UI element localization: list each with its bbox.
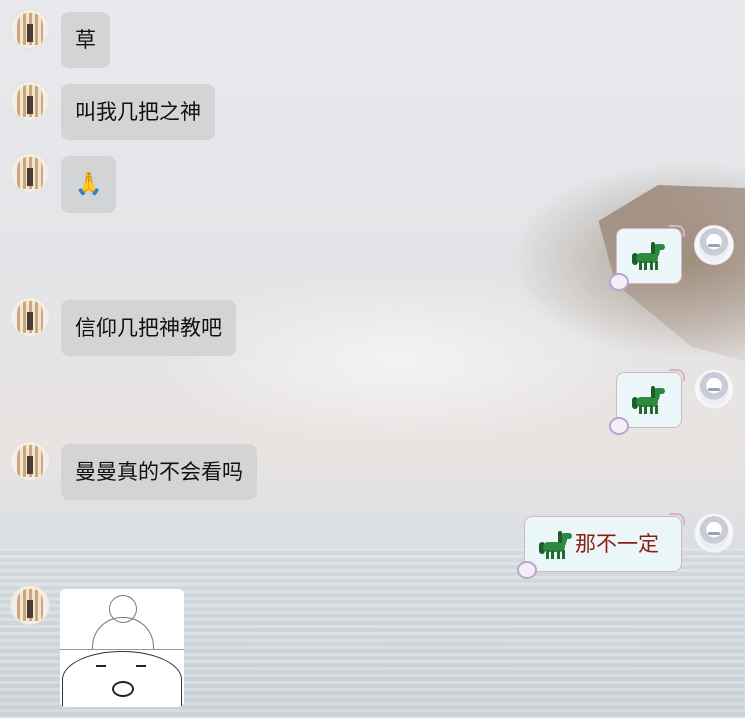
folded-hands-icon: 🙏: [75, 172, 103, 197]
bubble-bottom-decoration: [609, 273, 629, 291]
bubble-bottom-decoration: [609, 417, 629, 435]
bubble-corner-decoration: [669, 369, 685, 381]
meme-sticker-image[interactable]: [60, 589, 184, 707]
green-horse-icon: [539, 530, 573, 560]
message-bubble-self[interactable]: [609, 369, 685, 435]
bubble-bottom-decoration: [517, 561, 537, 579]
message-text: 那不一定: [575, 532, 659, 556]
message-text: 叫我几把之神: [75, 100, 201, 124]
message-text: 信仰几把神教吧: [75, 316, 222, 340]
sender-avatar[interactable]: [10, 585, 50, 625]
message-bubble[interactable]: 信仰几把神教吧: [61, 300, 236, 356]
self-avatar[interactable]: [694, 369, 734, 409]
message-bubble[interactable]: 叫我几把之神: [61, 84, 215, 140]
sender-avatar[interactable]: [10, 441, 50, 481]
green-horse-icon: [632, 385, 666, 415]
message-bubble-self[interactable]: [609, 225, 685, 291]
bubble-corner-decoration: [669, 513, 685, 525]
sender-avatar[interactable]: [10, 297, 50, 337]
message-text: 曼曼真的不会看吗: [75, 460, 243, 484]
message-bubble[interactable]: 曼曼真的不会看吗: [61, 444, 257, 500]
self-avatar[interactable]: [694, 225, 734, 265]
message-bubble[interactable]: 草: [61, 12, 110, 68]
message-text: 草: [75, 28, 96, 52]
self-avatar[interactable]: [694, 513, 734, 553]
sender-avatar[interactable]: [10, 9, 50, 49]
sender-avatar[interactable]: [10, 81, 50, 121]
bubble-corner-decoration: [669, 225, 685, 237]
message-bubble[interactable]: 🙏: [61, 156, 117, 213]
message-bubble-self[interactable]: 那不一定: [517, 513, 685, 579]
sender-avatar[interactable]: [10, 153, 50, 193]
green-horse-icon: [632, 241, 666, 271]
